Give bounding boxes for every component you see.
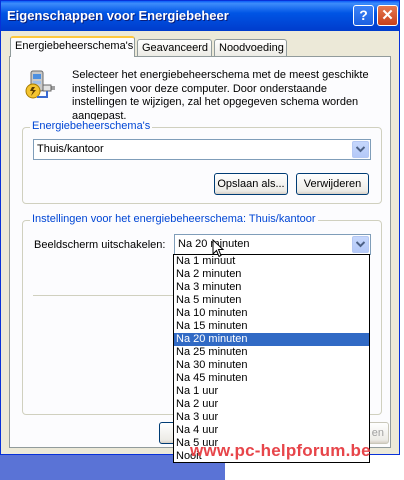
tab-power-schemes[interactable]: Energiebeheerschema's — [10, 36, 135, 57]
help-icon: ? — [359, 7, 368, 23]
title-bar[interactable]: Eigenschappen voor Energiebeheer ? ✕ — [1, 1, 399, 31]
monitor-dropdown-button[interactable] — [352, 236, 369, 253]
dropdown-option[interactable]: Na 30 minuten — [174, 359, 369, 372]
dropdown-option[interactable]: Na 5 minuten — [174, 294, 369, 307]
tab-label: Geavanceerd — [142, 42, 209, 54]
dropdown-option[interactable]: Na 45 minuten — [174, 372, 369, 385]
monitor-off-select[interactable]: Na 20 minuten — [174, 234, 371, 255]
dropdown-option[interactable]: Na 2 uur — [174, 398, 369, 411]
tab-label: Noodvoeding — [219, 42, 284, 54]
schemes-group-label: Energiebeheerschema's — [30, 120, 153, 132]
dropdown-option[interactable]: Na 15 minuten — [174, 320, 369, 333]
dropdown-option[interactable]: Na 4 uur — [174, 424, 369, 437]
scheme-select[interactable]: Thuis/kantoor — [33, 139, 371, 160]
power-options-icon — [25, 70, 55, 99]
dropdown-option[interactable]: Na 2 minuten — [174, 268, 369, 281]
watermark: www.pc-helpforum.be — [190, 441, 371, 460]
close-icon: ✕ — [381, 7, 394, 24]
dropdown-option[interactable]: Na 1 minuut — [174, 255, 369, 268]
monitor-off-label: Beeldscherm uitschakelen: — [34, 239, 166, 251]
window-title: Eigenschappen voor Energiebeheer — [7, 8, 229, 23]
tab-label: Energiebeheerschema's — [15, 40, 134, 52]
save-as-button[interactable]: Opslaan als... — [214, 173, 288, 195]
apply-button-label: en — [371, 427, 384, 439]
description-text: Selecteer het energiebeheerschema met de… — [72, 69, 369, 122]
dropdown-option[interactable]: Na 20 minuten — [174, 333, 369, 346]
mouse-cursor-icon — [212, 239, 225, 258]
tab-ups[interactable]: Noodvoeding — [214, 39, 287, 56]
tab-advanced[interactable]: Geavanceerd — [137, 39, 212, 56]
help-button[interactable]: ? — [353, 5, 374, 26]
chevron-down-icon — [356, 241, 365, 248]
scheme-dropdown-button[interactable] — [352, 141, 369, 158]
settings-group-label: Instellingen voor het energiebeheerschem… — [30, 213, 318, 225]
chevron-down-icon — [356, 146, 365, 153]
dropdown-option[interactable]: Na 1 uur — [174, 385, 369, 398]
dropdown-option[interactable]: Na 25 minuten — [174, 346, 369, 359]
dropdown-option[interactable]: Na 3 uur — [174, 411, 369, 424]
close-button[interactable]: ✕ — [377, 5, 398, 26]
scheme-select-value: Thuis/kantoor — [37, 143, 104, 155]
dropdown-option[interactable]: Na 3 minuten — [174, 281, 369, 294]
monitor-off-dropdown-list[interactable]: Na 1 minuut Na 2 minuten Na 3 minuten Na 5 … — [173, 254, 370, 463]
dropdown-option[interactable]: Na 10 minuten — [174, 307, 369, 320]
settings-divider — [33, 295, 173, 296]
delete-button[interactable]: Verwijderen — [296, 173, 369, 195]
